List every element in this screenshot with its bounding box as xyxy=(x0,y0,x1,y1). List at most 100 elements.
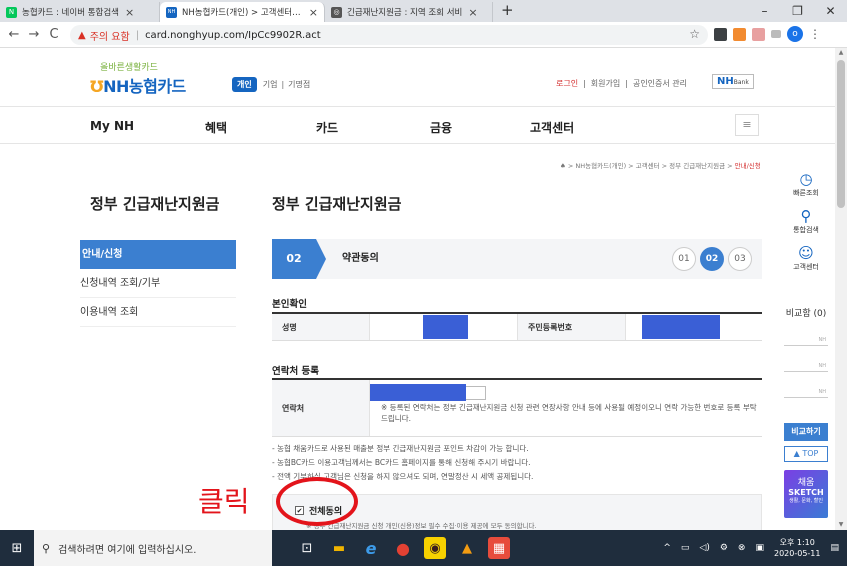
notice-item: - 농협 채움카드로 사용된 매출분 정부 긴급재난지원금 포인트 차감이 가능… xyxy=(272,444,529,453)
extension-icon[interactable] xyxy=(733,27,746,41)
close-window-button[interactable]: ✕ xyxy=(814,0,847,22)
tab-personal[interactable]: 개인 xyxy=(232,77,257,92)
compare-slot[interactable]: NH xyxy=(784,372,828,398)
compare-slot[interactable]: NH xyxy=(784,346,828,372)
notification-icon[interactable]: ▤ xyxy=(830,543,839,553)
all-menu-icon[interactable]: ≡ xyxy=(735,114,759,136)
search-placeholder: 검색하려면 여기에 입력하십시오. xyxy=(58,544,197,556)
globe-favicon-icon: ◎ xyxy=(331,6,342,18)
tab-disaster-fund[interactable]: ◎ 긴급재난지원금 : 지역 조회 서비 × xyxy=(325,2,493,22)
scroll-down-icon[interactable]: ▼ xyxy=(835,520,847,530)
page-title: 정부 긴급재난지원금 xyxy=(272,195,402,213)
quick-label: 빠른조회 xyxy=(793,189,819,197)
nav-customer-center[interactable]: 고객센터 xyxy=(530,119,574,136)
file-explorer-icon[interactable]: ▬ xyxy=(328,537,350,559)
forward-button[interactable]: → xyxy=(24,27,44,42)
nav-finance[interactable]: 금융 xyxy=(430,119,452,136)
windows-taskbar: ⊞ ⚲ 검색하려면 여기에 입력하십시오. ⊡ ▬ e ● ◉ ▲ ▦ ^ ▭ … xyxy=(0,530,847,566)
extension-icon[interactable] xyxy=(714,27,727,41)
compare-slot[interactable]: NH xyxy=(784,320,828,346)
close-tab-icon[interactable]: × xyxy=(125,6,134,19)
divider: | xyxy=(281,80,285,89)
tab-merchant[interactable]: 기명점 xyxy=(288,79,310,90)
utility-links: 로그인 | 회원가입 | 공인인증서 관리 xyxy=(556,78,692,89)
sidebar-item-guide-apply[interactable]: 안내/신청 xyxy=(80,240,236,269)
customer-center-button[interactable]: ☺ 고객센터 xyxy=(784,244,828,272)
new-tab-button[interactable]: + xyxy=(501,1,514,22)
scroll-top-button[interactable]: ▲ TOP xyxy=(784,446,828,462)
browser-menu-icon[interactable]: ⋮ xyxy=(809,27,821,41)
volume-icon[interactable]: ◁) xyxy=(699,543,709,553)
page-scrollbar[interactable]: ▲ ▼ xyxy=(835,48,847,530)
step-dot-2: 02 xyxy=(700,247,724,271)
windows-start-icon[interactable]: ⊞ xyxy=(0,541,34,556)
taskbar-search-input[interactable]: ⚲ 검색하려면 여기에 입력하십시오. xyxy=(34,530,272,566)
ime-icon[interactable]: ▣ xyxy=(755,543,764,553)
bookmark-star-icon[interactable]: ☆ xyxy=(689,27,700,41)
app-icon[interactable]: ▲ xyxy=(456,537,478,559)
maximize-button[interactable]: ❐ xyxy=(781,0,814,22)
nav-my-nh[interactable]: My NH xyxy=(90,119,134,133)
taskbar-clock[interactable]: 오후 1:10 2020-05-11 xyxy=(774,537,821,559)
compare-button[interactable]: 비교하기 xyxy=(784,423,828,441)
step-indicator: 02 약관동의 01 02 03 xyxy=(272,239,762,279)
current-step-number: 02 xyxy=(272,239,316,279)
battery-icon[interactable]: ▭ xyxy=(681,543,690,553)
integrated-search-button[interactable]: ⚲ 통합검색 xyxy=(784,207,828,235)
tab-label: 긴급재난지원금 : 지역 조회 서비 xyxy=(347,8,463,18)
window-controls: – ❐ ✕ xyxy=(748,0,847,22)
chrome-icon[interactable]: ● xyxy=(392,537,414,559)
signup-link[interactable]: 회원가입 xyxy=(591,78,620,89)
scrollbar-thumb[interactable] xyxy=(837,60,845,208)
task-view-icon[interactable]: ⊡ xyxy=(296,537,318,559)
contact-note: ※ 등록된 연락처는 정부 긴급재난지원금 신청 관련 연장사항 안내 등에 사… xyxy=(381,403,757,423)
quick-label: 통합검색 xyxy=(793,226,819,234)
contact-label: 연락처 xyxy=(272,380,370,436)
main-nav: My NH 혜택 카드 금융 고객센터 ≡ xyxy=(0,106,835,144)
tab-business[interactable]: 기업 xyxy=(263,79,278,90)
close-tab-icon[interactable]: × xyxy=(468,6,477,19)
scroll-up-icon[interactable]: ▲ xyxy=(835,48,847,58)
minimize-button[interactable]: – xyxy=(748,0,781,22)
tray-expand-icon[interactable]: ^ xyxy=(663,543,671,553)
rrn-value xyxy=(626,314,762,340)
sidebar-title: 정부 긴급재난지원금 xyxy=(90,195,220,213)
security-warning[interactable]: 주의 요함 xyxy=(90,28,130,43)
back-button[interactable]: ← xyxy=(4,27,24,42)
chaeum-sketch-banner[interactable]: 채움 SKETCH 생활, 문화, 할인 xyxy=(784,470,828,518)
divider: | xyxy=(583,79,586,88)
ie-icon[interactable]: e xyxy=(360,537,382,559)
app-icon-2[interactable]: ▦ xyxy=(488,537,510,559)
kakaotalk-icon[interactable]: ◉ xyxy=(424,537,446,559)
address-bar-row: ← → C ▲ 주의 요함 | card.nonghyup.com/IpCc99… xyxy=(0,22,847,48)
breadcrumb-path: > NH농협카드(개인) > 고객센터 > 정부 긴급재난지원금 > xyxy=(565,162,735,170)
naver-favicon-icon: N xyxy=(6,6,17,18)
site-logo[interactable]: 올바른생활카드 ƱNH농협카드 xyxy=(90,60,186,97)
nh-bank-link[interactable]: NHBank xyxy=(712,74,754,89)
sidebar-item-usage[interactable]: 이용내역 조회 xyxy=(80,298,236,327)
url-input[interactable]: ▲ 주의 요함 | card.nonghyup.com/IpCc9902R.ac… xyxy=(70,25,708,45)
reload-button[interactable]: C xyxy=(44,27,64,42)
nav-card[interactable]: 카드 xyxy=(316,119,338,136)
settings-tray-icon[interactable]: ⚙ xyxy=(720,543,728,553)
profile-avatar[interactable]: o xyxy=(787,26,803,42)
web-page: 올바른생활카드 ƱNH농협카드 개인 기업 | 기명점 로그인 | 회원가입 |… xyxy=(0,48,835,530)
redacted-rrn xyxy=(642,315,720,339)
extensions: o ⋮ xyxy=(714,26,821,42)
close-tab-icon[interactable]: × xyxy=(309,6,318,19)
current-step-name: 약관동의 xyxy=(342,253,379,264)
tray-app-icon[interactable]: ⊗ xyxy=(738,543,746,553)
clock-icon: ◷ xyxy=(799,170,813,188)
login-link[interactable]: 로그인 xyxy=(556,78,578,89)
extension-icon[interactable] xyxy=(752,27,765,41)
quick-inquiry-button[interactable]: ◷ 빠른조회 xyxy=(784,170,828,198)
tab-nh-card[interactable]: NH NH농협카드(개인) > 고객센터 > 정 × xyxy=(160,2,325,22)
sidebar-item-history-donate[interactable]: 신청내역 조회/기부 xyxy=(80,269,236,298)
extension-icon[interactable] xyxy=(771,30,781,38)
nh-favicon-icon: NH xyxy=(166,6,177,18)
logo-wordmark: ƱNH농협카드 xyxy=(90,77,186,96)
identity-section-title: 본인확인 xyxy=(272,299,307,310)
nav-benefits[interactable]: 혜택 xyxy=(205,119,227,136)
tab-naver-search[interactable]: N 농협카드 : 네이버 통합검색 × xyxy=(0,2,160,22)
certificate-link[interactable]: 공인인증서 관리 xyxy=(633,78,687,89)
